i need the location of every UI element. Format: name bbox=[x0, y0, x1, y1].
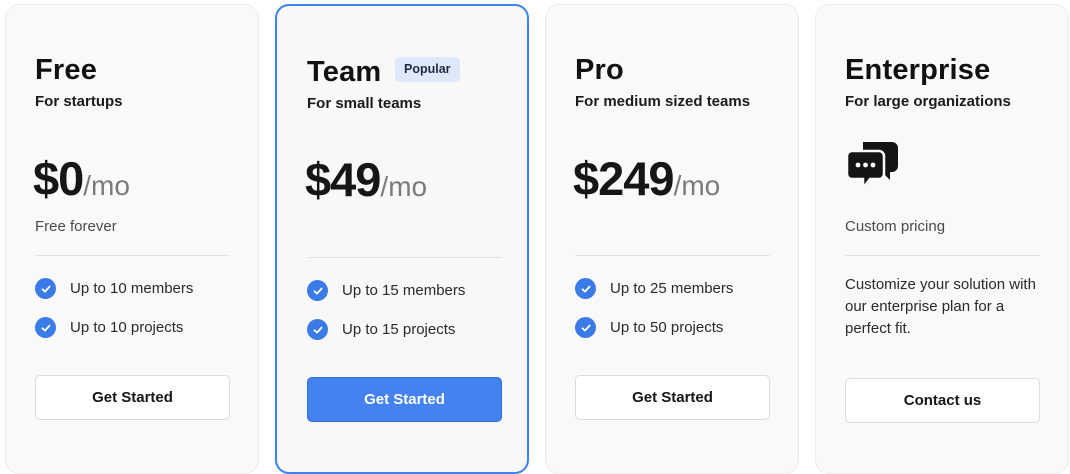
price-period: /mo bbox=[673, 170, 721, 201]
get-started-button[interactable]: Get Started bbox=[575, 375, 770, 420]
plan-subtitle: For small teams bbox=[307, 95, 422, 112]
check-icon bbox=[307, 280, 328, 301]
divider bbox=[845, 255, 1040, 256]
get-started-button[interactable]: Get Started bbox=[35, 375, 230, 420]
price-period: /mo bbox=[83, 170, 130, 201]
plan-subtitle: For startups bbox=[35, 93, 123, 110]
get-started-button[interactable]: Get Started bbox=[307, 377, 502, 422]
chat-bubbles-icon bbox=[846, 142, 898, 192]
feature-item: Up to 25 members bbox=[575, 278, 733, 299]
price-amount: $249 bbox=[573, 152, 675, 205]
feature-label: Up to 15 projects bbox=[342, 321, 456, 338]
feature-label: Up to 15 members bbox=[342, 282, 466, 299]
popular-badge: Popular bbox=[395, 57, 460, 82]
divider bbox=[575, 255, 770, 256]
plan-description: Customize your solution with our enterpr… bbox=[845, 276, 1036, 337]
price-amount: $49 bbox=[305, 153, 381, 206]
check-icon bbox=[575, 278, 596, 299]
feature-item: Up to 10 members bbox=[35, 278, 193, 299]
plan-card-enterprise: Enterprise For large organizations Custo… bbox=[815, 4, 1069, 474]
plan-subtitle: For medium sized teams bbox=[575, 93, 751, 110]
plan-price: $249/mo bbox=[573, 151, 720, 206]
plan-note: Free forever bbox=[35, 218, 117, 235]
plan-name: Enterprise bbox=[845, 54, 991, 86]
divider bbox=[35, 255, 230, 256]
feature-label: Up to 50 projects bbox=[610, 319, 724, 336]
divider bbox=[307, 257, 502, 258]
feature-label: Up to 10 projects bbox=[70, 319, 184, 336]
plan-card-pro: Pro For medium sized teams $249/mo Up to… bbox=[545, 4, 799, 474]
plan-note: Custom pricing bbox=[845, 218, 946, 235]
plan-card-free: Free For startups $0/mo Free forever Up … bbox=[5, 4, 259, 474]
plan-price: $0/mo bbox=[33, 151, 130, 206]
check-icon bbox=[35, 278, 56, 299]
feature-item: Up to 50 projects bbox=[575, 317, 723, 338]
plan-name: Free bbox=[35, 54, 98, 86]
plan-name: Team bbox=[307, 56, 382, 88]
price-amount: $0 bbox=[33, 152, 84, 205]
price-period: /mo bbox=[380, 171, 428, 202]
feature-item: Up to 15 members bbox=[307, 280, 465, 301]
check-icon bbox=[307, 319, 328, 340]
feature-label: Up to 10 members bbox=[70, 280, 194, 297]
check-icon bbox=[35, 317, 56, 338]
plan-price: $49/mo bbox=[305, 152, 427, 207]
check-icon bbox=[575, 317, 596, 338]
plan-card-team: Team Popular For small teams $49/mo Up t… bbox=[275, 4, 529, 474]
contact-us-button[interactable]: Contact us bbox=[845, 378, 1040, 423]
feature-label: Up to 25 members bbox=[610, 280, 734, 297]
feature-item: Up to 10 projects bbox=[35, 317, 183, 338]
plan-subtitle: For large organizations bbox=[845, 93, 1011, 110]
plan-name: Pro bbox=[575, 54, 624, 86]
feature-item: Up to 15 projects bbox=[307, 319, 455, 340]
